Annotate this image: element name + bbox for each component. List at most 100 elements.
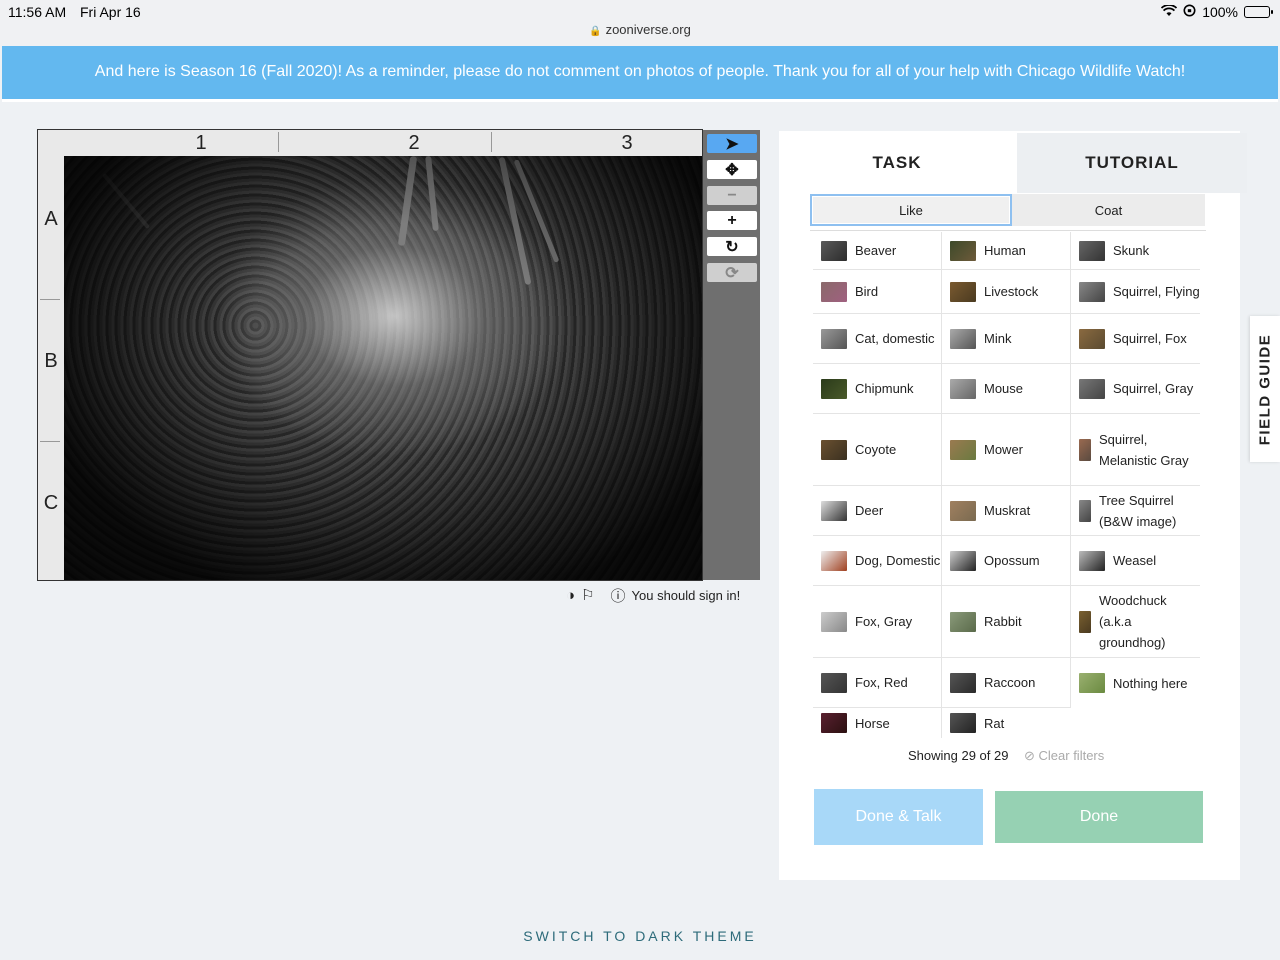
done-and-talk-button[interactable]: Done & Talk <box>814 789 983 845</box>
species-option-weasel[interactable]: Weasel <box>1071 536 1200 586</box>
species-label: Rat <box>984 715 1005 731</box>
species-option-mower[interactable]: Mower <box>942 414 1071 486</box>
clear-filters-link[interactable]: ⊘ Clear filters <box>1024 748 1104 764</box>
species-label: Rabbit <box>984 614 1022 629</box>
pointer-tool-button[interactable]: ➤ <box>707 134 757 153</box>
row-label: A <box>44 208 58 230</box>
species-option-beaver[interactable]: Beaver <box>813 232 942 270</box>
species-option-woodchuck[interactable]: Woodchuck (a.k.a groundhog) <box>1071 586 1200 658</box>
move-tool-button[interactable]: ✥ <box>707 160 757 179</box>
species-option-skunk[interactable]: Skunk <box>1071 232 1200 270</box>
species-label: Horse <box>855 715 890 731</box>
species-label: Raccoon <box>984 675 1036 690</box>
species-option-squirrel-gray[interactable]: Squirrel, Gray <box>1071 364 1200 414</box>
species-label: Deer <box>855 503 884 518</box>
species-option-squirrel-melanistic-gray[interactable]: Squirrel, Melanistic Gray <box>1071 414 1200 486</box>
species-thumbnail <box>1079 499 1091 522</box>
subject-meta-toolbar: ◑ ⚐ ⓘ You should sign in! <box>566 585 762 605</box>
species-option-opossum[interactable]: Opossum <box>942 536 1071 586</box>
subject-viewer: 1 2 3 A B C <box>37 129 703 581</box>
species-option-raccoon[interactable]: Raccoon <box>942 658 1071 708</box>
species-thumbnail <box>950 240 976 261</box>
species-option-dog-domestic[interactable]: Dog, Domestic <box>813 536 942 586</box>
ruler-tick <box>40 441 60 442</box>
showing-count: Showing 29 of 29 <box>908 748 1009 763</box>
column-label: 2 <box>408 132 420 154</box>
rotate-button[interactable]: ↻ <box>707 237 757 256</box>
species-label: Dog, Domestic <box>855 553 941 568</box>
status-bar: 11:56 AM Fri Apr 16 100% 🔒 zooniverse.org <box>0 0 1280 46</box>
species-thumbnail <box>821 500 847 521</box>
species-option-deer[interactable]: Deer <box>813 486 942 536</box>
task-panel: TASK TUTORIAL Like Coat Beaver Human Sku… <box>779 131 1247 880</box>
species-option-rabbit[interactable]: Rabbit <box>942 586 1071 658</box>
species-label: Mink <box>984 331 1012 346</box>
clear-filters-label: Clear filters <box>1038 748 1105 763</box>
species-option-fox-red[interactable]: Fox, Red <box>813 658 942 708</box>
field-guide-tab[interactable]: FIELD GUIDE <box>1250 316 1280 462</box>
species-thumbnail <box>950 713 976 733</box>
filter-coat-tab[interactable]: Coat <box>1012 194 1205 226</box>
species-option-fox-gray[interactable]: Fox, Gray <box>813 586 942 658</box>
species-thumbnail <box>821 281 847 302</box>
subject-image[interactable] <box>64 155 702 580</box>
species-option-horse[interactable]: Horse <box>813 708 942 738</box>
sign-in-message[interactable]: You should sign in! <box>632 588 741 603</box>
species-label: Muskrat <box>984 503 1031 518</box>
species-thumbnail <box>821 672 847 693</box>
reset-button[interactable]: ⟳ <box>707 263 757 282</box>
species-thumbnail <box>821 240 847 261</box>
species-label: Cat, domestic <box>855 331 935 346</box>
species-option-coyote[interactable]: Coyote <box>813 414 942 486</box>
image-vignette <box>64 156 702 580</box>
species-option-cat-domestic[interactable]: Cat, domestic <box>813 314 942 364</box>
zoom-out-button[interactable]: − <box>707 186 757 205</box>
species-label: Coyote <box>855 442 897 457</box>
filter-like-tab[interactable]: Like <box>810 194 1012 226</box>
species-label: Squirrel, Melanistic Gray <box>1099 431 1189 468</box>
tab-tutorial[interactable]: TUTORIAL <box>1017 133 1247 193</box>
tab-task[interactable]: TASK <box>779 133 1015 193</box>
species-label: Squirrel, Flying <box>1113 284 1200 299</box>
ruler-tick <box>491 132 492 152</box>
species-thumbnail <box>950 328 976 349</box>
species-label: Fox, Gray <box>855 614 913 629</box>
orientation-lock-icon <box>1183 4 1196 20</box>
species-label: Chipmunk <box>855 381 914 396</box>
species-option-tree-squirrel-bw[interactable]: Tree Squirrel (B&W image) <box>1071 486 1200 536</box>
species-thumbnail <box>950 378 976 399</box>
species-option-mink[interactable]: Mink <box>942 314 1071 364</box>
species-label: Squirrel, Gray <box>1113 381 1194 396</box>
flag-icon[interactable]: ⚐ <box>581 586 594 604</box>
species-option-bird[interactable]: Bird <box>813 270 942 314</box>
address-bar[interactable]: 🔒 zooniverse.org <box>0 22 1280 37</box>
species-thumbnail <box>1079 610 1091 633</box>
switch-dark-theme-button[interactable]: SWITCH TO DARK THEME <box>0 928 1280 944</box>
species-label: Mouse <box>984 381 1024 396</box>
zoom-in-button[interactable]: + <box>707 211 757 230</box>
info-icon[interactable]: ⓘ <box>611 585 626 606</box>
column-label: 1 <box>195 132 207 154</box>
battery-percent: 100% <box>1202 4 1238 20</box>
species-option-nothing-here[interactable]: Nothing here <box>1071 658 1200 708</box>
species-label: Mower <box>984 442 1024 457</box>
species-option-squirrel-flying[interactable]: Squirrel, Flying <box>1071 270 1200 314</box>
species-thumbnail <box>950 281 976 302</box>
invert-icon[interactable]: ◑ <box>566 587 575 604</box>
species-thumbnail <box>1079 281 1105 302</box>
wifi-icon <box>1161 4 1178 20</box>
column-label: 3 <box>621 132 633 154</box>
species-option-squirrel-fox[interactable]: Squirrel, Fox <box>1071 314 1200 364</box>
species-option-chipmunk[interactable]: Chipmunk <box>813 364 942 414</box>
species-option-muskrat[interactable]: Muskrat <box>942 486 1071 536</box>
species-thumbnail <box>1079 438 1091 461</box>
row-label: C <box>43 492 59 514</box>
species-thumbnail <box>1079 328 1105 349</box>
done-button[interactable]: Done <box>995 791 1203 843</box>
species-thumbnail <box>950 439 976 460</box>
species-option-mouse[interactable]: Mouse <box>942 364 1071 414</box>
ruler-tick <box>40 299 60 300</box>
species-option-rat[interactable]: Rat <box>942 708 1071 738</box>
species-option-livestock[interactable]: Livestock <box>942 270 1071 314</box>
species-option-human[interactable]: Human <box>942 232 1071 270</box>
